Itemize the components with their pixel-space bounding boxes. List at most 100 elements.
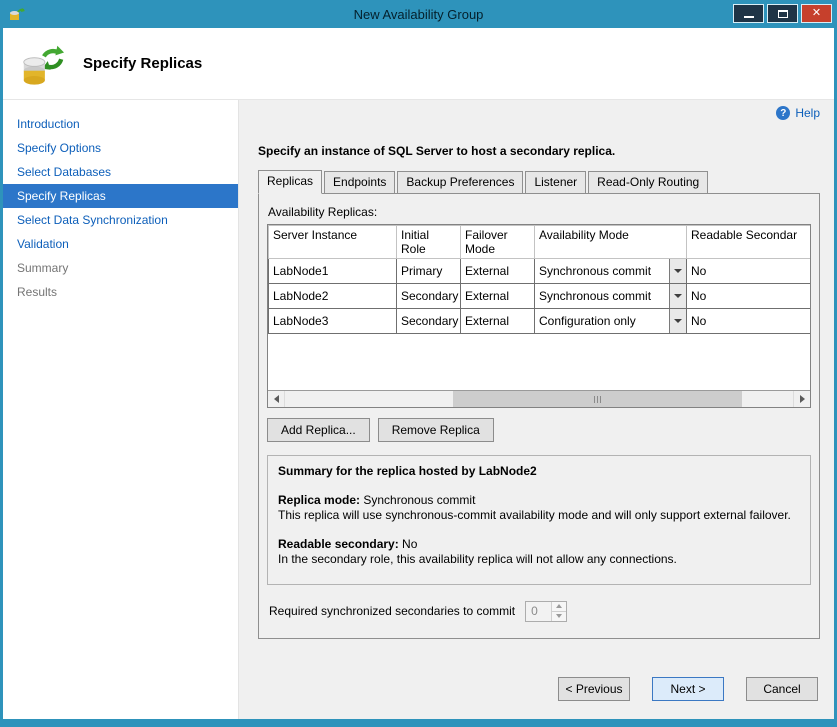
- cell-server-instance: LabNode1: [269, 259, 397, 284]
- availability-mode-dropdown[interactable]: Synchronous commit: [535, 259, 686, 283]
- scrollbar-grip: [600, 396, 601, 403]
- cell-server-instance: LabNode3: [269, 309, 397, 334]
- page-title: Specify Replicas: [83, 55, 202, 72]
- cell-failover-mode: External: [461, 259, 535, 284]
- spinner-up-button[interactable]: [552, 602, 566, 612]
- help-label: Help: [795, 106, 820, 120]
- col-server-instance: Server Instance: [269, 226, 397, 259]
- grid-buttons-row: Add Replica... Remove Replica: [267, 418, 811, 442]
- spinner-down-button[interactable]: [552, 612, 566, 621]
- readable-secondary-value: No: [399, 537, 418, 551]
- chevron-up-icon: [556, 604, 562, 608]
- sidebar-item-summary: Summary: [3, 256, 238, 280]
- help-row: ? Help: [252, 106, 820, 120]
- availability-mode-dropdown[interactable]: Synchronous commit: [535, 284, 686, 308]
- replicas-wizard-icon: [19, 41, 65, 87]
- scroll-left-button[interactable]: [268, 391, 285, 407]
- sidebar-item-specify-replicas[interactable]: Specify Replicas: [3, 184, 238, 208]
- dropdown-button[interactable]: [669, 309, 686, 333]
- scrollbar-thumb[interactable]: [453, 391, 743, 407]
- new-availability-group-window: New Availability Group ✕ Specify Replica…: [0, 0, 837, 727]
- window-controls: ✕: [733, 4, 832, 23]
- previous-button[interactable]: < Previous: [558, 677, 630, 701]
- cell-availability-mode: Configuration only: [535, 309, 687, 334]
- readable-secondary-description: In the secondary role, this availability…: [278, 552, 800, 568]
- quorum-row: Required synchronized secondaries to com…: [269, 601, 811, 622]
- dropdown-button[interactable]: [669, 259, 686, 283]
- add-replica-button[interactable]: Add Replica...: [267, 418, 370, 442]
- chevron-down-icon: [674, 319, 682, 323]
- scroll-right-icon: [800, 395, 805, 403]
- sidebar-item-select-data-synchronization[interactable]: Select Data Synchronization: [3, 208, 238, 232]
- cell-failover-mode: External: [461, 309, 535, 334]
- scrollbar-grip: [597, 396, 598, 403]
- grid-empty-area: [268, 334, 810, 390]
- titlebar: New Availability Group ✕: [3, 1, 834, 28]
- scrollbar-track[interactable]: [285, 391, 793, 407]
- cell-availability-mode: Synchronous commit: [535, 284, 687, 309]
- cell-initial-role: Primary: [397, 259, 461, 284]
- cell-availability-mode: Synchronous commit: [535, 259, 687, 284]
- scroll-right-button[interactable]: [793, 391, 810, 407]
- grid-header-row: Server Instance Initial Role Failover Mo…: [269, 226, 812, 259]
- scrollbar-grip: [594, 396, 595, 403]
- replica-mode-value: Synchronous commit: [360, 493, 475, 507]
- window-title: New Availability Group: [3, 7, 834, 22]
- sidebar-item-select-databases[interactable]: Select Databases: [3, 160, 238, 184]
- table-row: LabNode3 Secondary External Configuratio…: [269, 309, 812, 334]
- horizontal-scrollbar[interactable]: [268, 390, 810, 407]
- cancel-button[interactable]: Cancel: [746, 677, 818, 701]
- sidebar-item-results: Results: [3, 280, 238, 304]
- minimize-icon: [744, 16, 754, 18]
- cell-readable-secondary[interactable]: No: [687, 259, 812, 284]
- minimize-button[interactable]: [733, 4, 764, 23]
- next-button[interactable]: Next >: [652, 677, 724, 701]
- sidebar-item-introduction[interactable]: Introduction: [3, 112, 238, 136]
- col-availability-mode: Availability Mode: [535, 226, 687, 259]
- remove-replica-button[interactable]: Remove Replica: [378, 418, 494, 442]
- availability-mode-value: Synchronous commit: [535, 259, 669, 283]
- tab-endpoints[interactable]: Endpoints: [324, 171, 395, 194]
- cell-server-instance: LabNode2: [269, 284, 397, 309]
- sidebar-item-specify-options[interactable]: Specify Options: [3, 136, 238, 160]
- col-failover-mode: Failover Mode: [461, 226, 535, 259]
- replica-mode-label: Replica mode:: [278, 493, 360, 507]
- quorum-value: 0: [526, 602, 551, 621]
- dialog-body: Specify Replicas Introduction Specify Op…: [3, 28, 834, 719]
- table-row: LabNode1 Primary External Synchronous co…: [269, 259, 812, 284]
- content-area: Introduction Specify Options Select Data…: [3, 100, 834, 719]
- replicas-grid: Server Instance Initial Role Failover Mo…: [267, 224, 811, 408]
- tab-replicas[interactable]: Replicas: [258, 170, 322, 194]
- table-row: LabNode2 Secondary External Synchronous …: [269, 284, 812, 309]
- help-icon: ?: [776, 106, 790, 120]
- tab-read-only-routing[interactable]: Read-Only Routing: [588, 171, 708, 194]
- help-link[interactable]: ? Help: [776, 106, 820, 120]
- availability-replicas-label: Availability Replicas:: [268, 205, 811, 219]
- chevron-down-icon: [674, 294, 682, 298]
- tab-backup-preferences[interactable]: Backup Preferences: [397, 171, 523, 194]
- replica-mode-description: This replica will use synchronous-commit…: [278, 508, 800, 524]
- col-initial-role: Initial Role: [397, 226, 461, 259]
- readable-secondary-label: Readable secondary:: [278, 537, 399, 551]
- footer-buttons: < Previous Next > Cancel: [252, 665, 820, 719]
- availability-mode-dropdown[interactable]: Configuration only: [535, 309, 686, 333]
- maximize-icon: [778, 10, 788, 18]
- quorum-stepper[interactable]: 0: [525, 601, 567, 622]
- replicas-tab-panel: Availability Replicas: Server Instance I…: [258, 193, 820, 639]
- cell-readable-secondary[interactable]: No: [687, 284, 812, 309]
- tabstrip: Replicas Endpoints Backup Preferences Li…: [258, 170, 820, 194]
- availability-mode-value: Synchronous commit: [535, 284, 669, 308]
- availability-mode-value: Configuration only: [535, 309, 669, 333]
- close-button[interactable]: ✕: [801, 4, 832, 23]
- cell-initial-role: Secondary: [397, 309, 461, 334]
- maximize-button[interactable]: [767, 4, 798, 23]
- dropdown-button[interactable]: [669, 284, 686, 308]
- summary-title: Summary for the replica hosted by LabNod…: [278, 464, 800, 480]
- scroll-left-icon: [274, 395, 279, 403]
- tab-listener[interactable]: Listener: [525, 171, 586, 194]
- cell-failover-mode: External: [461, 284, 535, 309]
- cell-readable-secondary[interactable]: No: [687, 309, 812, 334]
- replica-summary-box: Summary for the replica hosted by LabNod…: [267, 455, 811, 585]
- spinner-buttons: [551, 602, 566, 621]
- sidebar-item-validation[interactable]: Validation: [3, 232, 238, 256]
